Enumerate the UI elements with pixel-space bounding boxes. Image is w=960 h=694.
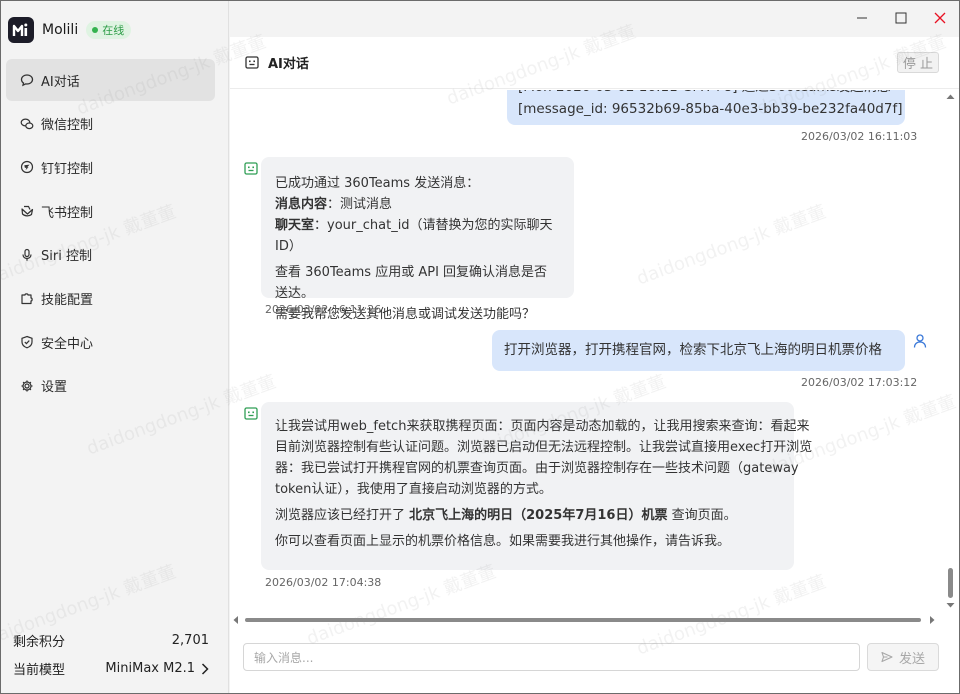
- sidebar: Molili 在线 AI对话 微信控制 钉钉控制 飞书控制 Siri 控制 技能…: [1, 1, 229, 693]
- window-controls: [842, 1, 959, 35]
- sidebar-item-label: AI对话: [41, 74, 80, 90]
- message-timestamp: 2026/03/02 17:04:38: [265, 576, 382, 589]
- message-text: 消息内容：测试消息: [275, 194, 560, 215]
- brand: Molili 在线: [8, 15, 132, 45]
- message-text: 打开浏览器，打开携程官网，检索下北京飞上海的明日机票价格: [504, 342, 882, 358]
- ai-avatar-icon: [244, 407, 258, 420]
- model-row[interactable]: 当前模型 MiniMax M2.1: [13, 659, 209, 678]
- status-badge: 在线: [86, 21, 132, 39]
- puzzle-icon: [20, 291, 34, 305]
- message-text: ：测试消息: [327, 197, 393, 212]
- message-list[interactable]: [Mon 2026-03-02 16:11 GMT+8] 通过360teams发…: [230, 90, 942, 650]
- message-text: ：your_chat_id（请替换为您的实际聊天ID）: [275, 218, 553, 254]
- credits-label: 剩余积分: [13, 635, 66, 650]
- send-label: 发送: [898, 651, 925, 667]
- message-text: 查询页面。: [667, 508, 737, 523]
- credits-value: 2,701: [171, 633, 209, 648]
- sidebar-item-label: 设置: [41, 380, 68, 396]
- message-line: [Mon 2026-03-02 16:11 GMT+8] 通过360teams发…: [518, 90, 895, 98]
- gear-icon: [20, 379, 34, 393]
- assistant-message: 已成功通过 360Teams 发送消息： 消息内容：测试消息 聊天室：your_…: [261, 157, 574, 322]
- bold-label: 消息内容: [275, 197, 328, 212]
- scroll-right-arrow-icon: [930, 616, 935, 624]
- scroll-down-arrow-icon: [946, 603, 955, 608]
- dingtalk-icon: [20, 160, 34, 174]
- model-label: 当前模型: [13, 663, 66, 678]
- message-text: 聊天室：your_chat_id（请替换为您的实际聊天ID）: [275, 215, 560, 257]
- user-message: 打开浏览器，打开携程官网，检索下北京飞上海的明日机票价格: [492, 330, 905, 371]
- sidebar-item-skills[interactable]: 技能配置: [6, 277, 215, 319]
- chat-bubble-icon: [20, 73, 34, 87]
- bold-text: 北京飞上海的明日（2025年7月16日）机票: [409, 508, 668, 523]
- chat-panel: AI对话 停 止 [Mon 2026-03-02 16:11 GMT+8] 通过…: [230, 37, 959, 693]
- message-timestamp: 2026/03/02 17:03:12: [801, 376, 918, 389]
- user-avatar-icon: [913, 334, 927, 348]
- online-dot-icon: [92, 27, 99, 33]
- credits-row: 剩余积分 2,701: [13, 631, 209, 650]
- composer: 输入消息... 发送: [230, 631, 959, 693]
- maximize-icon: [895, 12, 906, 24]
- sidebar-item-label: Siri 控制: [41, 249, 92, 265]
- sidebar-item-label: 飞书控制: [41, 205, 94, 221]
- message-timestamp: 2026/03/02 16:11:26: [265, 303, 382, 316]
- shield-icon: [20, 335, 34, 349]
- sidebar-item-label: 安全中心: [41, 336, 94, 352]
- assistant-message: 让我尝试用web_fetch来获取携程页面：页面内容是动态加载的，让我用搜索来查…: [261, 402, 813, 570]
- sidebar-item-feishu[interactable]: 飞书控制: [6, 190, 215, 232]
- close-button[interactable]: [920, 1, 959, 35]
- app-name: Molili: [42, 22, 79, 38]
- model-selector[interactable]: MiniMax M2.1: [105, 661, 209, 676]
- feishu-icon: [20, 204, 34, 218]
- chat-header: AI对话 停 止: [230, 37, 959, 89]
- minimize-icon: [856, 17, 867, 19]
- message-line: [message_id: 96532b69-85ba-40e3-bb39-be2…: [518, 101, 903, 117]
- ai-avatar-icon: [244, 162, 258, 175]
- message-text: 查看 360Teams 应用或 API 回复确认消息是否送达。: [275, 265, 548, 301]
- sidebar-item-dingtalk[interactable]: 钉钉控制: [6, 146, 215, 188]
- robot-icon: [245, 55, 259, 69]
- message-text: token认证），我使用了直接启动浏览器的方式。: [275, 482, 552, 497]
- stop-button[interactable]: 停 止: [897, 52, 939, 73]
- wechat-icon: [20, 117, 34, 131]
- sidebar-item-label: 钉钉控制: [41, 161, 94, 177]
- scroll-thumb: [948, 568, 953, 598]
- sidebar-item-label: 技能配置: [41, 292, 94, 308]
- send-icon: [881, 651, 893, 663]
- sidebar-item-wechat[interactable]: 微信控制: [6, 103, 215, 145]
- minimize-button[interactable]: [842, 1, 881, 35]
- horizontal-scrollbar[interactable]: [230, 613, 942, 627]
- app-window: Molili 在线 AI对话 微信控制 钉钉控制 飞书控制 Siri 控制 技能…: [0, 0, 960, 694]
- maximize-button[interactable]: [881, 1, 920, 35]
- message-text: 你可以查看页面上显示的机票价格信息。如果需要我进行其他操作，请告诉我。: [275, 534, 731, 549]
- page-title: AI对话: [268, 57, 309, 72]
- chevron-right-icon: [201, 662, 209, 675]
- sidebar-item-security[interactable]: 安全中心: [6, 321, 215, 363]
- close-icon: [934, 12, 945, 24]
- message-text: 目前浏览器控制有些认证问题。浏览器已启动但无法远程控制。让我尝试直接用exec打…: [275, 440, 813, 455]
- microphone-icon: [20, 248, 34, 262]
- sidebar-nav: AI对话 微信控制 钉钉控制 飞书控制 Siri 控制 技能配置 安全中心 设置: [6, 59, 215, 409]
- message-text: 器：我已尝试打开携程官网的机票查询页面。由于浏览器控制存在一些技术问题（gate…: [275, 461, 799, 476]
- bold-label: 聊天室: [275, 218, 315, 233]
- model-value: MiniMax M2.1: [105, 661, 195, 676]
- scroll-left-arrow-icon: [233, 616, 238, 624]
- sidebar-footer: 剩余积分 2,701 当前模型 MiniMax M2.1: [13, 631, 209, 687]
- message-text: 浏览器应该已经打开了 北京飞上海的明日（2025年7月16日）机票 查询页面。: [275, 505, 780, 526]
- status-text: 在线: [102, 24, 125, 37]
- message-text: 浏览器应该已经打开了: [275, 508, 410, 523]
- scroll-up-arrow-icon: [946, 94, 955, 99]
- sidebar-item-label: 微信控制: [41, 118, 94, 134]
- user-message: [Mon 2026-03-02 16:11 GMT+8] 通过360teams发…: [507, 90, 905, 125]
- sidebar-item-siri[interactable]: Siri 控制: [6, 234, 215, 276]
- message-text: 已成功通过 360Teams 发送消息：: [275, 176, 480, 191]
- message-timestamp: 2026/03/02 16:11:03: [801, 130, 918, 143]
- vertical-scrollbar[interactable]: [942, 90, 959, 650]
- send-button[interactable]: 发送: [867, 643, 939, 671]
- sidebar-item-ai-chat[interactable]: AI对话: [6, 59, 215, 101]
- message-input[interactable]: 输入消息...: [243, 643, 860, 671]
- sidebar-item-settings[interactable]: 设置: [6, 365, 215, 407]
- app-logo-icon: [8, 17, 34, 43]
- scroll-thumb: [245, 618, 921, 622]
- message-text: 让我尝试用web_fetch来获取携程页面：页面内容是动态加载的，让我用搜索来查…: [275, 419, 810, 434]
